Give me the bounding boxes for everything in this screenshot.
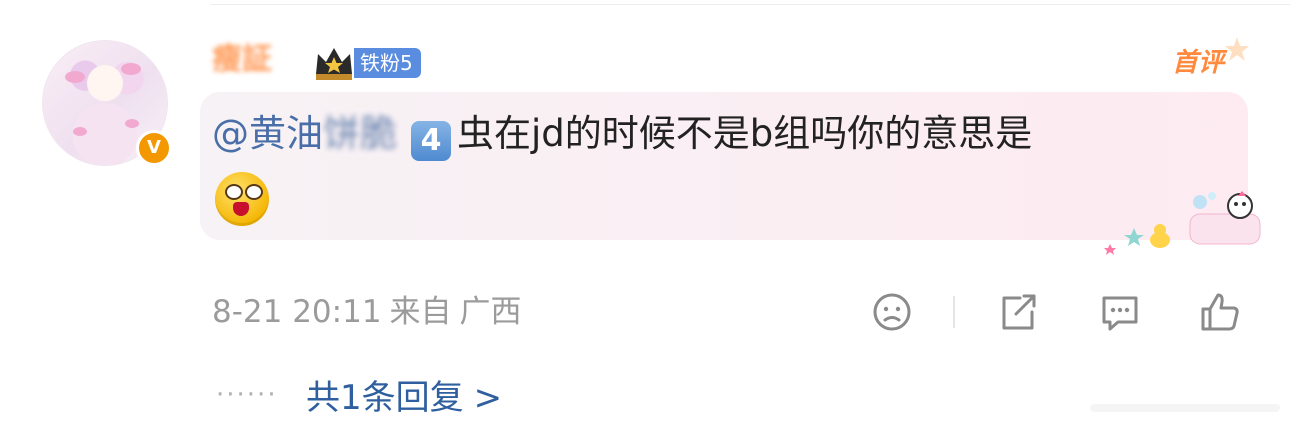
- watermark-decoration: [1090, 404, 1280, 412]
- comment-meta: 8-21 20:11 来自 广西: [212, 292, 522, 332]
- number-4-emoji: 4: [411, 121, 451, 161]
- first-comment-label: 首评: [1172, 48, 1225, 78]
- comment-content: 虫在jd的时候不是b组吗你的意思是: [457, 112, 1033, 155]
- sad-face-icon[interactable]: [870, 290, 914, 334]
- comment-text: @黄油饼脆 4 虫在jd的时候不是b组吗你的意思是: [212, 110, 1032, 161]
- thumbs-up-icon[interactable]: [1198, 290, 1242, 334]
- source-prefix: 来自: [389, 294, 452, 330]
- comment-icon[interactable]: [1098, 290, 1142, 334]
- location: 广西: [459, 294, 522, 330]
- timestamp: 8-21 20:11: [212, 294, 382, 330]
- drooling-face-emoji: [215, 172, 269, 226]
- mention-link[interactable]: @黄油: [212, 112, 323, 155]
- top-divider: [210, 4, 1290, 5]
- chevron-right-icon[interactable]: >: [474, 378, 503, 418]
- mention-link-blurred[interactable]: 饼脆: [323, 112, 397, 155]
- share-icon[interactable]: [996, 290, 1040, 334]
- username[interactable]: 瘦証: [212, 40, 272, 78]
- star-decoration: [1225, 37, 1249, 61]
- replies-count-label[interactable]: 共1条回复: [306, 378, 464, 418]
- action-divider: [953, 296, 955, 328]
- avatar[interactable]: V: [42, 40, 172, 166]
- fan-level-badge[interactable]: 铁粉5: [354, 48, 421, 78]
- bubble-decoration: [1104, 191, 1261, 255]
- verified-v-icon: V: [136, 130, 172, 166]
- reply-dots: ······: [216, 380, 278, 410]
- crown-icon: [316, 48, 352, 80]
- view-replies-link[interactable]: 共1条回复 >: [306, 376, 502, 420]
